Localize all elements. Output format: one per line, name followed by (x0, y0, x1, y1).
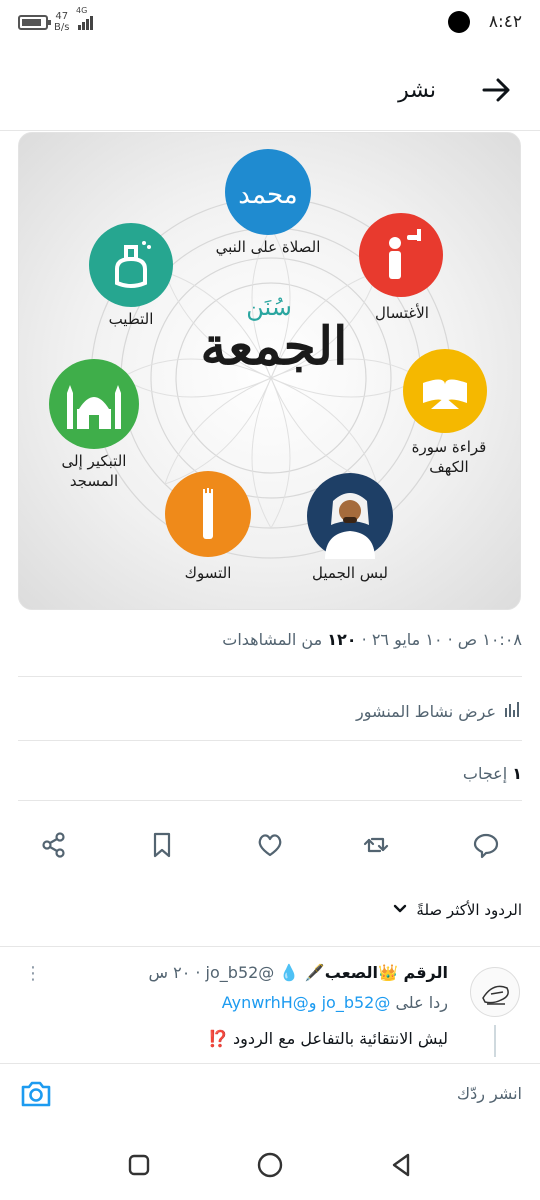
recent-apps-icon[interactable] (124, 1150, 154, 1180)
arrow-right-icon[interactable] (480, 74, 514, 106)
item-label: التسوك (184, 564, 232, 582)
network-speed: 47 B/s (54, 11, 69, 33)
views-count: ١٢٠ (327, 630, 357, 649)
center-title: الجمعة (200, 316, 348, 377)
system-navigation-bar (0, 1130, 540, 1200)
bookmark-icon[interactable] (142, 825, 182, 865)
chevron-down-icon (392, 900, 408, 920)
reply-age: ٢٠ س (148, 963, 191, 982)
network-type: 4G (76, 6, 88, 15)
post-time: ١٠:٠٨ ص (457, 630, 522, 649)
likes-count: ١ (512, 764, 522, 783)
item-label-2: المسجد (69, 472, 119, 490)
replies-sort-label: الردود الأكثر صلةً (416, 901, 522, 919)
separator: · (190, 963, 201, 982)
reply-author-handle[interactable]: @jo_b52 (206, 963, 275, 982)
camera-cutout (448, 11, 470, 33)
reply-composer: انشر ردّك (0, 1064, 540, 1126)
clock: ٨:٤٢ (488, 12, 522, 32)
camera-icon[interactable] (18, 1076, 54, 1112)
item-label: لبس الجميل (312, 564, 388, 582)
miswak-icon (165, 471, 251, 557)
like-icon[interactable] (250, 825, 290, 865)
divider (0, 130, 540, 131)
divider (18, 676, 522, 677)
battery-icon (18, 15, 51, 30)
separator: · (442, 630, 453, 649)
post-date: ١٠ مايو ٢٦ (371, 630, 443, 649)
divider (0, 946, 540, 947)
post-actions (0, 825, 540, 865)
back-icon[interactable] (386, 1150, 416, 1180)
likes-label: إعجاب (462, 764, 508, 783)
separator: · (356, 630, 367, 649)
reply-to-prefix: ردا على (395, 993, 448, 1012)
retweet-icon[interactable] (356, 825, 396, 865)
shower-icon (359, 213, 443, 297)
item-label: الأغتسال (375, 304, 429, 322)
thread-line (494, 1025, 496, 1057)
item-label-2: الكهف (429, 458, 469, 476)
network-speed-value: 47 (55, 11, 69, 22)
item-label: التطيب (108, 310, 154, 328)
signal-icon (78, 14, 94, 30)
calligraphy-icon: محمد (225, 149, 311, 235)
reply-item[interactable]: الرقم 👑الصعب🖋️ 💧 @jo_b52 · ٢٠ س ⋮ ردا عل… (0, 955, 540, 1057)
reply-input[interactable]: انشر ردّك (457, 1084, 522, 1103)
reply-author-name[interactable]: الرقم 👑الصعب🖋️ 💧 (279, 963, 448, 982)
post-image[interactable]: سُنَن الجمعة محمد الصلاة على النبي الأغت… (18, 132, 521, 610)
reply-to-line: ردا على @jo_b52 و@AynwrhH (222, 993, 448, 1012)
more-options-icon[interactable]: ⋮ (24, 963, 42, 984)
status-bar: 47 B/s 4G ٨:٤٢ (0, 0, 540, 44)
item-label: الصلاة على النبي (215, 238, 321, 256)
reply-text: ليش الانتقائية بالتفاعل مع الردود ⁉️ (207, 1029, 448, 1048)
top-bar: نشر (0, 60, 540, 120)
item-label: قراءة سورة (411, 438, 487, 456)
bar-chart-icon (504, 700, 522, 722)
item-label: التبكير إلى (61, 452, 127, 470)
view-activity-link[interactable]: عرض نشاط المنشور (356, 700, 522, 722)
signal-bar (86, 19, 89, 30)
reply-header: الرقم 👑الصعب🖋️ 💧 @jo_b52 · ٢٠ س (148, 963, 448, 982)
network-speed-unit: B/s (54, 22, 70, 33)
signal-bar (90, 16, 93, 30)
views-label: من المشاهدات (222, 630, 323, 649)
home-icon[interactable] (255, 1150, 285, 1180)
divider (18, 740, 522, 741)
man-icon (307, 473, 393, 559)
mosque-icon (49, 359, 139, 449)
svg-text:محمد: محمد (238, 180, 297, 210)
perfume-icon (89, 223, 173, 307)
page-title: نشر (398, 78, 436, 103)
view-activity-label: عرض نشاط المنشور (356, 701, 496, 721)
share-icon[interactable] (34, 825, 74, 865)
avatar[interactable] (470, 967, 520, 1017)
reply-to-handles[interactable]: @jo_b52 و@AynwrhH (222, 993, 391, 1012)
post-meta: ١٠:٠٨ ص · ١٠ مايو ٢٦ · ١٢٠ من المشاهدات (222, 630, 522, 649)
quran-icon (403, 349, 487, 433)
divider (18, 800, 522, 801)
replies-sort-dropdown[interactable]: الردود الأكثر صلةً (392, 900, 522, 920)
signal-bar (78, 25, 81, 30)
reply-icon[interactable] (466, 825, 506, 865)
signal-bar (82, 22, 85, 30)
likes-summary[interactable]: ١ إعجاب (463, 764, 522, 783)
